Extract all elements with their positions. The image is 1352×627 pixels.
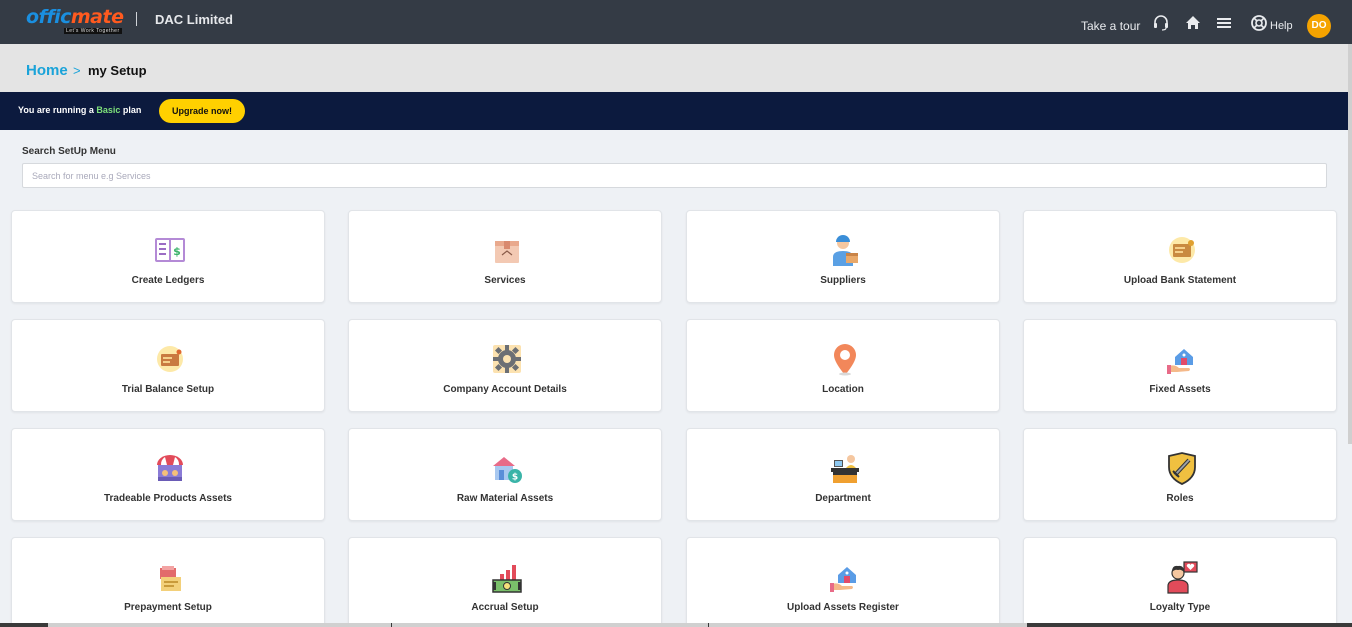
logo-text: officmate xyxy=(26,6,124,28)
setup-card-label: Company Account Details xyxy=(443,384,567,395)
balance-folder-icon xyxy=(157,346,183,372)
setup-card-label: Department xyxy=(815,493,871,504)
search-input[interactable] xyxy=(22,163,1327,188)
person-heart-icon xyxy=(1167,561,1198,594)
top-navbar: officmate Let's Work Together DAC Limite… xyxy=(0,0,1352,44)
horizontal-scrollbar[interactable] xyxy=(0,623,1352,627)
plan-prefix: You are running a xyxy=(18,105,94,115)
plan-name: Basic xyxy=(96,105,121,115)
setup-card-label: Prepayment Setup xyxy=(124,602,212,613)
page-title: my Setup xyxy=(88,63,147,78)
setup-card-label: Tradeable Products Assets xyxy=(103,493,232,504)
breadcrumb-home[interactable]: Home xyxy=(26,62,68,79)
setup-card[interactable]: Loyalty Type xyxy=(1023,537,1337,627)
setup-card-label: Upload Assets Register xyxy=(787,602,899,613)
bank-statement-icon xyxy=(1169,237,1195,263)
market-stall-icon xyxy=(157,455,183,481)
scrollbar[interactable] xyxy=(1348,44,1352,444)
setup-card-label: Loyalty Type xyxy=(1149,602,1211,613)
setup-card-label: Upload Bank Statement xyxy=(1123,275,1237,286)
user-avatar[interactable]: DO xyxy=(1307,14,1331,38)
breadcrumb-separator: > xyxy=(73,63,81,78)
money-chart-icon xyxy=(492,565,522,593)
header-divider xyxy=(136,12,137,26)
setup-card-label: Trial Balance Setup xyxy=(121,384,215,395)
setup-card-label: Services xyxy=(484,275,526,286)
setup-card[interactable]: Trial Balance Setup xyxy=(11,319,325,412)
company-name: DAC Limited xyxy=(155,12,233,27)
setup-card[interactable]: Accrual Setup xyxy=(348,537,662,627)
setup-card[interactable]: Tradeable Products Assets xyxy=(11,428,325,521)
setup-card-label: Location xyxy=(822,384,864,395)
setup-card[interactable]: Prepayment Setup xyxy=(11,537,325,627)
box-icon xyxy=(495,241,519,263)
gear-icon xyxy=(493,345,521,373)
svg-text:$: $ xyxy=(512,473,518,483)
setup-card-label: Roles xyxy=(1166,493,1194,504)
search-label: Search SetUp Menu xyxy=(22,146,116,157)
svg-text:$: $ xyxy=(173,245,181,258)
help-link[interactable]: Help xyxy=(1270,20,1293,32)
setup-card-label: Raw Material Assets xyxy=(456,493,554,504)
setup-card-label: Fixed Assets xyxy=(1149,384,1211,395)
lifebuoy-icon[interactable] xyxy=(1250,14,1268,32)
setup-card[interactable]: Suppliers xyxy=(686,210,1000,303)
home-icon[interactable] xyxy=(1184,14,1202,32)
setup-card[interactable]: Services xyxy=(348,210,662,303)
upgrade-button[interactable]: Upgrade now! xyxy=(159,99,245,123)
house-hand-icon xyxy=(1167,349,1193,374)
house-coin-icon: $ xyxy=(493,457,522,483)
logo-tagline: Let's Work Together xyxy=(64,28,122,34)
setup-card-label: Create Ledgers xyxy=(131,275,205,286)
setup-card[interactable]: $ Raw Material Assets xyxy=(348,428,662,521)
app-logo[interactable]: officmate Let's Work Together xyxy=(26,6,124,36)
house-hand-icon xyxy=(830,567,856,592)
headset-icon[interactable] xyxy=(1152,14,1170,32)
setup-card[interactable]: Upload Bank Statement xyxy=(1023,210,1337,303)
setup-card[interactable]: $ Create Ledgers xyxy=(11,210,325,303)
setup-card[interactable]: Upload Assets Register xyxy=(686,537,1000,627)
reception-desk-icon xyxy=(831,455,859,483)
plan-suffix: plan xyxy=(122,105,142,115)
setup-card[interactable]: Fixed Assets xyxy=(1023,319,1337,412)
setup-card-label: Accrual Setup xyxy=(471,602,539,613)
plan-message: You are running a Basic plan xyxy=(18,105,141,115)
setup-card[interactable]: Roles xyxy=(1023,428,1337,521)
menu-icon[interactable] xyxy=(1215,14,1233,32)
breadcrumb: Home > my Setup xyxy=(0,44,1352,92)
ledger-book-icon: $ xyxy=(155,238,185,262)
setup-card[interactable]: Company Account Details xyxy=(348,319,662,412)
shield-sword-icon xyxy=(1168,452,1196,485)
payment-stack-icon xyxy=(160,566,181,591)
setup-card[interactable]: Department xyxy=(686,428,1000,521)
delivery-person-icon xyxy=(833,235,858,266)
take-tour-link[interactable]: Take a tour xyxy=(1081,19,1140,33)
setup-card-label: Suppliers xyxy=(820,275,866,286)
map-pin-icon xyxy=(834,344,856,376)
setup-card[interactable]: Location xyxy=(686,319,1000,412)
